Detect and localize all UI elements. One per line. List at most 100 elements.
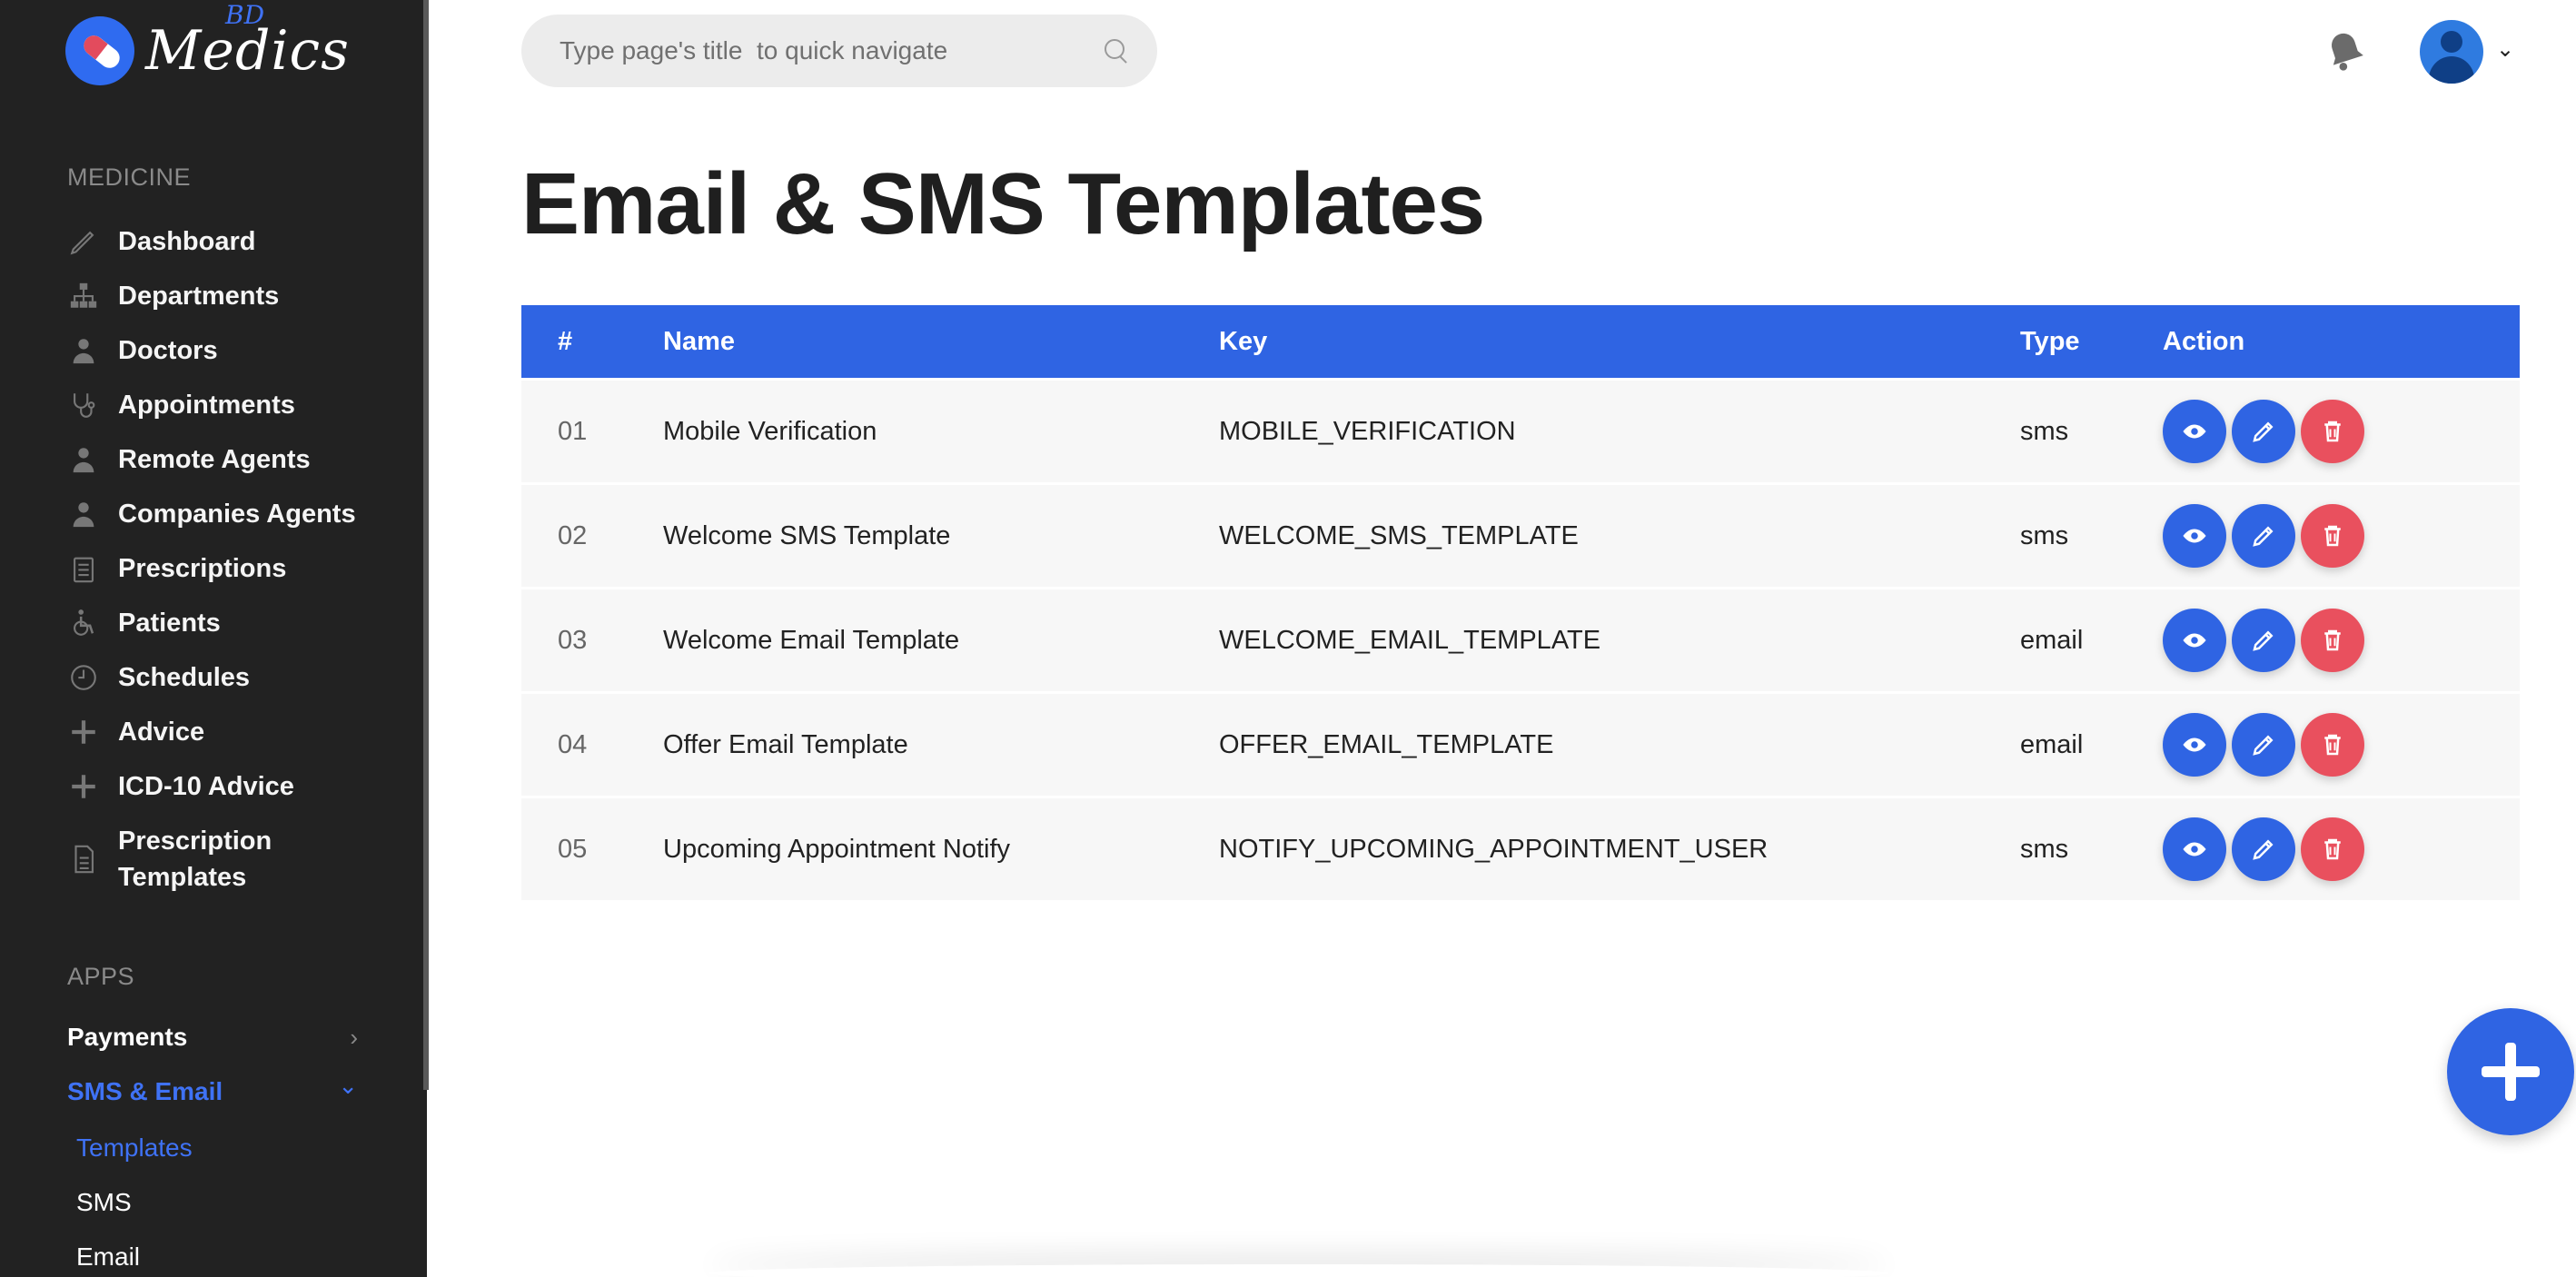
delete-button[interactable] xyxy=(2301,817,2364,881)
template-name: Mobile Verification xyxy=(663,416,877,446)
template-type: sms xyxy=(2020,834,2069,864)
sidebar-item-label: Remote Agents xyxy=(118,445,311,474)
sidebar-subitem-email[interactable]: Email xyxy=(76,1242,140,1272)
edit-button[interactable] xyxy=(2232,817,2295,881)
search-icon[interactable] xyxy=(1103,37,1130,64)
sidebar-item-remote-agents[interactable]: Remote Agents xyxy=(65,441,311,478)
trash-icon xyxy=(2319,627,2346,654)
delete-button[interactable] xyxy=(2301,504,2364,568)
template-key: MOBILE_VERIFICATION xyxy=(1219,416,1516,446)
section-title-medicine: MEDICINE xyxy=(67,163,192,191)
add-template-button[interactable] xyxy=(2447,1008,2574,1135)
table-row: 04 Offer Email Template OFFER_EMAIL_TEMPLA… xyxy=(521,694,2520,796)
chevron-down-icon: ⌄ xyxy=(338,1071,358,1099)
sidebar-item-payments[interactable]: Payments › xyxy=(67,1023,358,1052)
trash-icon xyxy=(2319,418,2346,445)
sidebar-item-label: Prescriptions xyxy=(118,554,287,583)
sidebar-item-companies-agents[interactable]: Companies Agents xyxy=(65,496,356,532)
section-title-apps: APPS xyxy=(67,963,135,990)
brand-suffix: BD xyxy=(225,0,265,30)
row-number: 05 xyxy=(558,834,588,864)
document-icon xyxy=(65,841,102,877)
column-header-num: # xyxy=(558,326,573,356)
table-row: 02 Welcome SMS Template WELCOME_SMS_TEMPLA… xyxy=(521,485,2520,587)
sidebar-item-patients[interactable]: Patients xyxy=(65,605,221,641)
row-number: 04 xyxy=(558,729,588,759)
edit-button[interactable] xyxy=(2232,400,2295,463)
template-key: NOTIFY_UPCOMING_APPOINTMENT_USER xyxy=(1219,834,1769,864)
trash-icon xyxy=(2319,522,2346,549)
sidebar-item-label: Dashboard xyxy=(118,227,256,256)
template-key: OFFER_EMAIL_TEMPLATE xyxy=(1219,729,1554,759)
edit-button[interactable] xyxy=(2232,504,2295,568)
sidebar-item-dashboard[interactable]: Dashboard xyxy=(65,223,255,260)
plus-icon xyxy=(65,714,102,750)
template-name: Welcome SMS Template xyxy=(663,520,951,550)
sidebar-subitem-templates[interactable]: Templates xyxy=(76,1133,193,1163)
template-type: sms xyxy=(2020,520,2069,550)
view-button[interactable] xyxy=(2163,400,2226,463)
template-type: email xyxy=(2020,625,2084,655)
sidebar-item-label: Departments xyxy=(118,282,280,311)
pencil-icon xyxy=(2250,731,2277,758)
sidebar-item-departments[interactable]: Departments xyxy=(65,278,279,314)
sidebar-item-advice[interactable]: Advice xyxy=(65,714,204,750)
view-button[interactable] xyxy=(2163,713,2226,777)
eye-icon xyxy=(2181,731,2208,758)
sidebar-item-label: Prescription xyxy=(118,827,272,856)
sidebar-item-label: Advice xyxy=(118,718,205,747)
notification-bell-icon[interactable] xyxy=(2322,27,2369,74)
row-actions xyxy=(2163,400,2520,463)
delete-button[interactable] xyxy=(2301,609,2364,672)
sidebar-item-label: Payments xyxy=(67,1023,188,1051)
clipboard-icon xyxy=(65,550,102,587)
sidebar-item-prescription-templates[interactable]: Prescription Templates xyxy=(65,823,272,896)
chevron-down-icon[interactable]: ⌄ xyxy=(2496,36,2514,63)
delete-button[interactable] xyxy=(2301,713,2364,777)
sidebar-item-doctors[interactable]: Doctors xyxy=(65,332,218,369)
sidebar-item-appointments[interactable]: Appointments xyxy=(65,387,295,423)
chevron-right-icon: › xyxy=(350,1023,358,1051)
sidebar-subitem-sms[interactable]: SMS xyxy=(76,1188,132,1217)
user-avatar[interactable] xyxy=(2420,20,2483,84)
sidebar: Medics BD MEDICINE Dashboard Departments… xyxy=(0,0,427,1277)
template-key: WELCOME_SMS_TEMPLATE xyxy=(1219,520,1579,550)
agent-icon xyxy=(65,496,102,532)
hierarchy-icon xyxy=(65,278,102,314)
sidebar-item-label: Patients xyxy=(118,609,221,638)
sidebar-item-label: SMS & Email xyxy=(67,1077,223,1105)
table-header: # Name Key Type Action xyxy=(521,305,2520,378)
template-type: sms xyxy=(2020,416,2069,446)
view-button[interactable] xyxy=(2163,504,2226,568)
brand-logo[interactable]: Medics xyxy=(65,16,350,85)
wheelchair-icon xyxy=(65,605,102,641)
quick-navigate-search xyxy=(521,15,1157,87)
sidebar-item-prescriptions[interactable]: Prescriptions xyxy=(65,550,286,587)
view-button[interactable] xyxy=(2163,609,2226,672)
table-row: 05 Upcoming Appointment Notify NOTIFY_UPCO… xyxy=(521,798,2520,900)
bottom-shadow xyxy=(708,1264,1889,1277)
template-key: WELCOME_EMAIL_TEMPLATE xyxy=(1219,625,1601,655)
agent-icon xyxy=(65,441,102,478)
sidebar-item-icd10-advice[interactable]: ICD-10 Advice xyxy=(65,768,294,805)
delete-button[interactable] xyxy=(2301,400,2364,463)
sidebar-item-label: ICD-10 Advice xyxy=(118,772,294,801)
row-actions xyxy=(2163,504,2520,568)
stethoscope-icon xyxy=(65,387,102,423)
clock-icon xyxy=(65,659,102,696)
sidebar-item-sms-email[interactable]: SMS & Email ⌄ xyxy=(67,1072,358,1106)
row-number: 02 xyxy=(558,520,588,550)
pencil-icon xyxy=(2250,836,2277,863)
edit-button[interactable] xyxy=(2232,713,2295,777)
sidebar-item-schedules[interactable]: Schedules xyxy=(65,659,250,696)
eye-icon xyxy=(2181,627,2208,654)
edit-button[interactable] xyxy=(2232,609,2295,672)
view-button[interactable] xyxy=(2163,817,2226,881)
table-row: 03 Welcome Email Template WELCOME_EMAIL_TE… xyxy=(521,589,2520,691)
template-name: Welcome Email Template xyxy=(663,625,960,655)
pencil-icon xyxy=(2250,627,2277,654)
row-actions xyxy=(2163,609,2520,672)
sidebar-scrollbar[interactable] xyxy=(423,0,429,1090)
search-input[interactable] xyxy=(560,36,1103,65)
pen-icon xyxy=(65,223,102,260)
